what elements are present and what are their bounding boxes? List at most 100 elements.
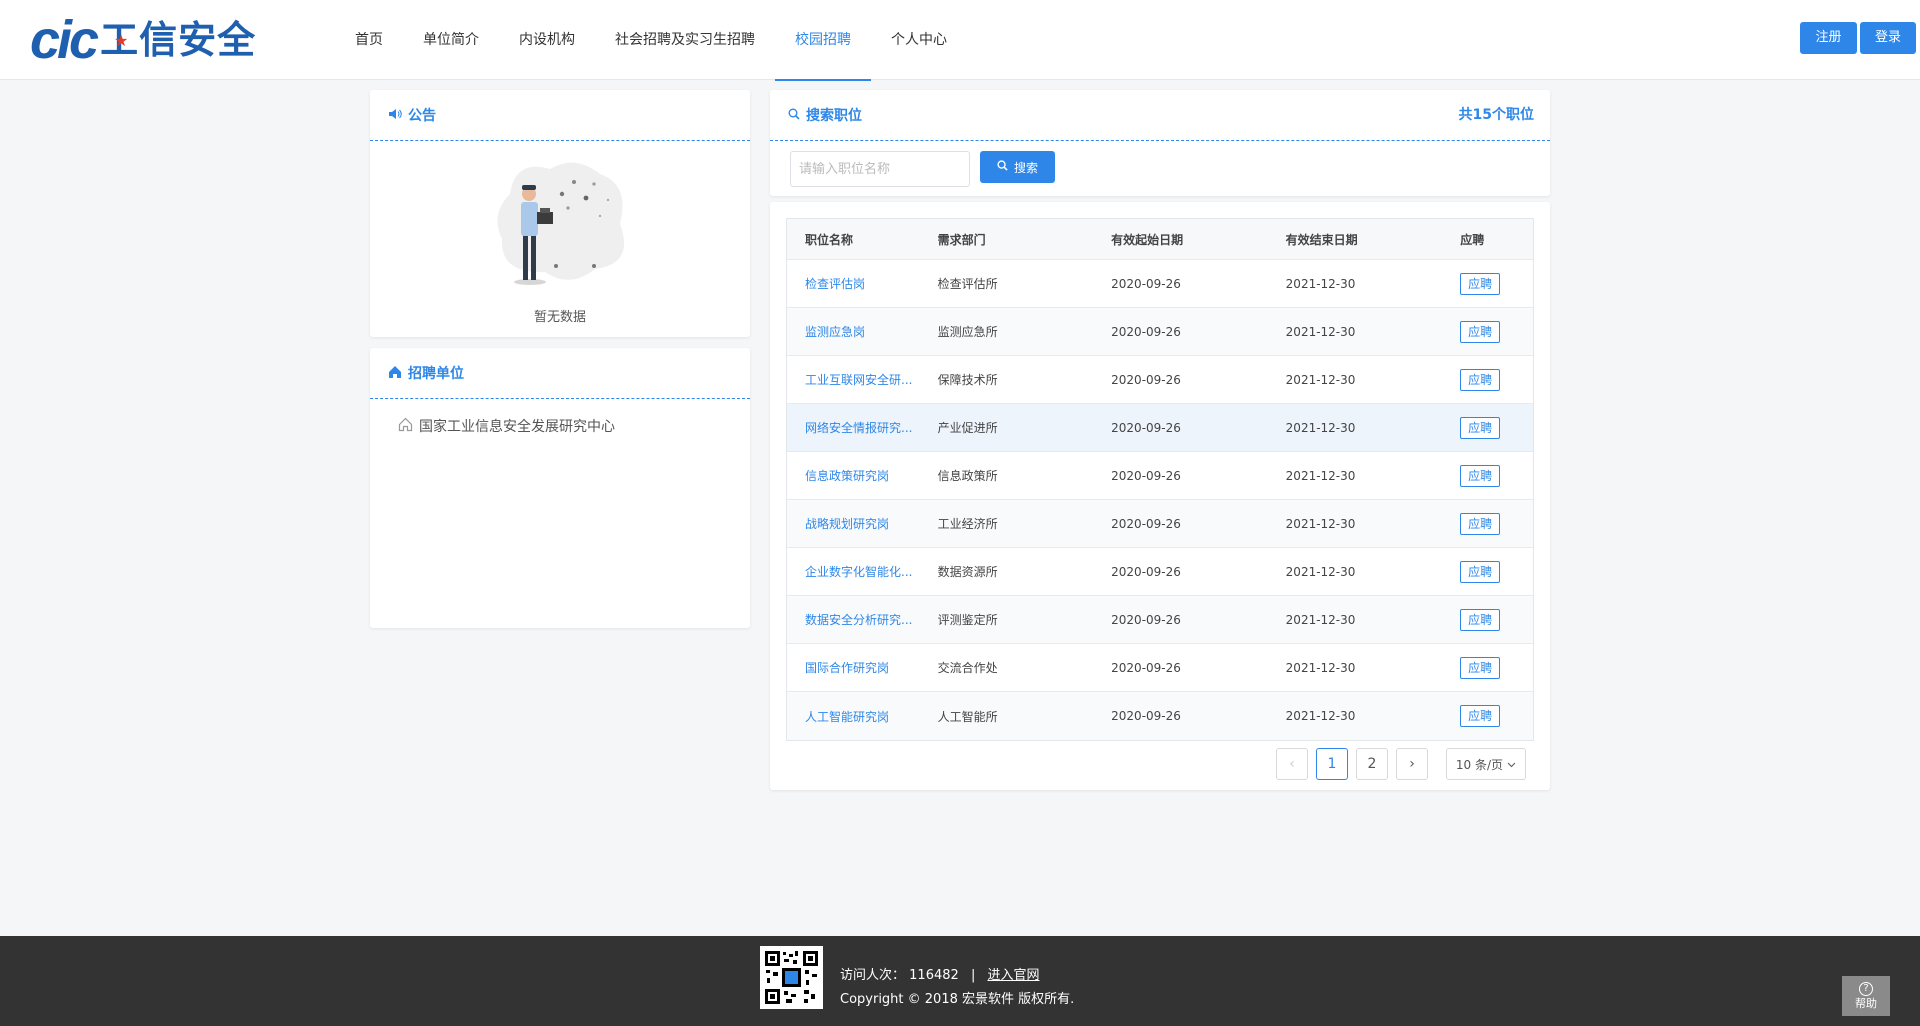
job-start-date: 2020-09-26 (1111, 420, 1181, 435)
table-row: 信息政策研究岗 信息政策所 2020-09-26 2021-12-30 应聘 (787, 452, 1533, 500)
search-title: 搜索职位 (806, 108, 862, 124)
job-dept: 监测应急所 (937, 325, 998, 339)
search-card: 搜索职位 共15个职位 搜索 (770, 90, 1550, 196)
nav-personal-center[interactable]: 个人中心 (871, 0, 967, 80)
page-size-value: 10 条/页 (1455, 757, 1504, 772)
job-name-link[interactable]: 工业互联网安全研... (787, 371, 938, 388)
logo-mark: cic (30, 10, 99, 70)
home-outline-icon (398, 417, 413, 435)
nav-social-recruitment[interactable]: 社会招聘及实习生招聘 (595, 0, 775, 80)
table-row: 企业数字化智能化... 数据资源所 2020-09-26 2021-12-30 … (787, 548, 1533, 596)
units-header: 招聘单位 (370, 348, 750, 399)
search-icon (788, 108, 800, 123)
job-dept: 信息政策所 (937, 469, 998, 483)
job-dept: 工业经济所 (937, 517, 998, 531)
nav-home[interactable]: 首页 (335, 0, 403, 80)
apply-button[interactable]: 应聘 (1460, 705, 1501, 727)
official-site-link[interactable]: 进入官网 (987, 968, 1039, 983)
table-row: 人工智能研究岗 人工智能所 2020-09-26 2021-12-30 应聘 (787, 692, 1533, 740)
main-nav: 首页 单位简介 内设机构 社会招聘及实习生招聘 校园招聘 个人中心 (335, 0, 967, 81)
footer: 访问人次： 116482 | 进入官网 Copyright © 2018 宏景软… (0, 936, 1920, 1026)
job-end-date: 2021-12-30 (1285, 564, 1356, 579)
job-search-input[interactable] (790, 151, 970, 187)
job-end-date: 2021-12-30 (1285, 709, 1356, 723)
apply-button[interactable]: 应聘 (1460, 272, 1501, 295)
job-end-date: 2021-12-30 (1285, 420, 1356, 435)
job-start-date: 2020-09-26 (1111, 516, 1181, 531)
register-button[interactable]: 注册 (1800, 22, 1857, 54)
job-name-link[interactable]: 战略规划研究岗 (787, 515, 938, 532)
job-name-link[interactable]: 人工智能研究岗 (787, 708, 938, 725)
nav-about[interactable]: 单位简介 (403, 0, 499, 80)
next-page-button[interactable]: › (1396, 748, 1428, 780)
apply-button[interactable]: 应聘 (1460, 512, 1501, 535)
header: cic ★ 工信安全 首页 单位简介 内设机构 社会招聘及实习生招聘 校园招聘 … (0, 0, 1920, 81)
col-header-start: 有效起始日期 (1111, 232, 1184, 247)
job-dept: 数据资源所 (937, 565, 998, 579)
job-table-card: 职位名称 需求部门 有效起始日期 有效结束日期 应聘 检查评估岗 检查评估所 2… (770, 202, 1550, 790)
job-start-date: 2020-09-26 (1111, 612, 1181, 627)
notice-title: 公告 (408, 108, 436, 124)
job-name-link[interactable]: 网络安全情报研究... (787, 419, 938, 436)
job-end-date: 2021-12-30 (1285, 660, 1356, 675)
search-button-label: 搜索 (1013, 160, 1038, 175)
page-size-select[interactable]: 10 条/页 (1446, 748, 1526, 780)
page-1-button[interactable]: 1 (1316, 748, 1348, 780)
apply-button[interactable]: 应聘 (1460, 320, 1501, 343)
nav-departments[interactable]: 内设机构 (499, 0, 595, 80)
col-header-end: 有效结束日期 (1285, 232, 1358, 247)
nav-campus-recruitment[interactable]: 校园招聘 (775, 0, 871, 81)
notice-card: 公告 暂无数据 (370, 90, 750, 337)
visits-label: 访问人次： (840, 968, 906, 983)
search-header: 搜索职位 共15个职位 (770, 90, 1550, 141)
copyright: Copyright © 2018 宏景软件 版权所有. (840, 992, 1075, 1007)
speaker-icon (388, 108, 402, 123)
apply-button[interactable]: 应聘 (1460, 560, 1501, 583)
help-button[interactable]: ? 帮助 (1842, 976, 1890, 1016)
apply-button[interactable]: 应聘 (1460, 608, 1501, 631)
unit-item-label: 国家工业信息安全发展研究中心 (419, 419, 615, 435)
job-end-date: 2021-12-30 (1285, 468, 1356, 483)
job-name-link[interactable]: 数据安全分析研究... (787, 611, 938, 628)
job-end-date: 2021-12-30 (1285, 276, 1356, 291)
job-end-date: 2021-12-30 (1285, 612, 1356, 627)
job-start-date: 2020-09-26 (1111, 660, 1181, 675)
job-dept: 保障技术所 (937, 373, 998, 387)
table-row: 检查评估岗 检查评估所 2020-09-26 2021-12-30 应聘 (787, 260, 1533, 308)
job-name-link[interactable]: 国际合作研究岗 (787, 659, 938, 676)
table-row: 监测应急岗 监测应急所 2020-09-26 2021-12-30 应聘 (787, 308, 1533, 356)
job-dept: 评测鉴定所 (937, 613, 998, 627)
job-end-date: 2021-12-30 (1285, 324, 1356, 339)
job-start-date: 2020-09-26 (1111, 276, 1181, 291)
job-start-date: 2020-09-26 (1111, 372, 1181, 387)
job-name-link[interactable]: 检查评估岗 (787, 275, 938, 292)
apply-button[interactable]: 应聘 (1460, 656, 1501, 679)
help-label: 帮助 (1855, 997, 1877, 1010)
job-name-link[interactable]: 企业数字化智能化... (787, 563, 938, 580)
job-table: 职位名称 需求部门 有效起始日期 有效结束日期 应聘 检查评估岗 检查评估所 2… (786, 218, 1534, 741)
job-name-link[interactable]: 监测应急岗 (787, 323, 938, 340)
search-button[interactable]: 搜索 (980, 151, 1055, 183)
job-end-date: 2021-12-30 (1285, 516, 1356, 531)
job-start-date: 2020-09-26 (1111, 709, 1181, 723)
site-logo[interactable]: cic ★ 工信安全 (30, 10, 256, 70)
search-icon (997, 160, 1008, 174)
prev-page-button[interactable]: ‹ (1276, 748, 1308, 780)
job-dept: 人工智能所 (937, 709, 998, 724)
logo-star-icon: ★ (114, 31, 129, 50)
login-button[interactable]: 登录 (1860, 22, 1916, 54)
apply-button[interactable]: 应聘 (1460, 464, 1501, 487)
unit-item[interactable]: 国家工业信息安全发展研究中心 (398, 416, 615, 436)
home-icon (388, 365, 402, 382)
job-count: 共15个职位 (1458, 107, 1534, 123)
apply-button[interactable]: 应聘 (1460, 416, 1501, 439)
job-dept: 交流合作处 (937, 661, 998, 675)
table-row: 国际合作研究岗 交流合作处 2020-09-26 2021-12-30 应聘 (787, 644, 1533, 692)
notice-header: 公告 (370, 90, 750, 141)
job-name-link[interactable]: 信息政策研究岗 (787, 467, 938, 484)
job-start-date: 2020-09-26 (1111, 324, 1181, 339)
page-2-button[interactable]: 2 (1356, 748, 1388, 780)
chevron-down-icon (1507, 757, 1516, 771)
apply-button[interactable]: 应聘 (1460, 368, 1501, 391)
question-icon: ? (1859, 982, 1873, 996)
